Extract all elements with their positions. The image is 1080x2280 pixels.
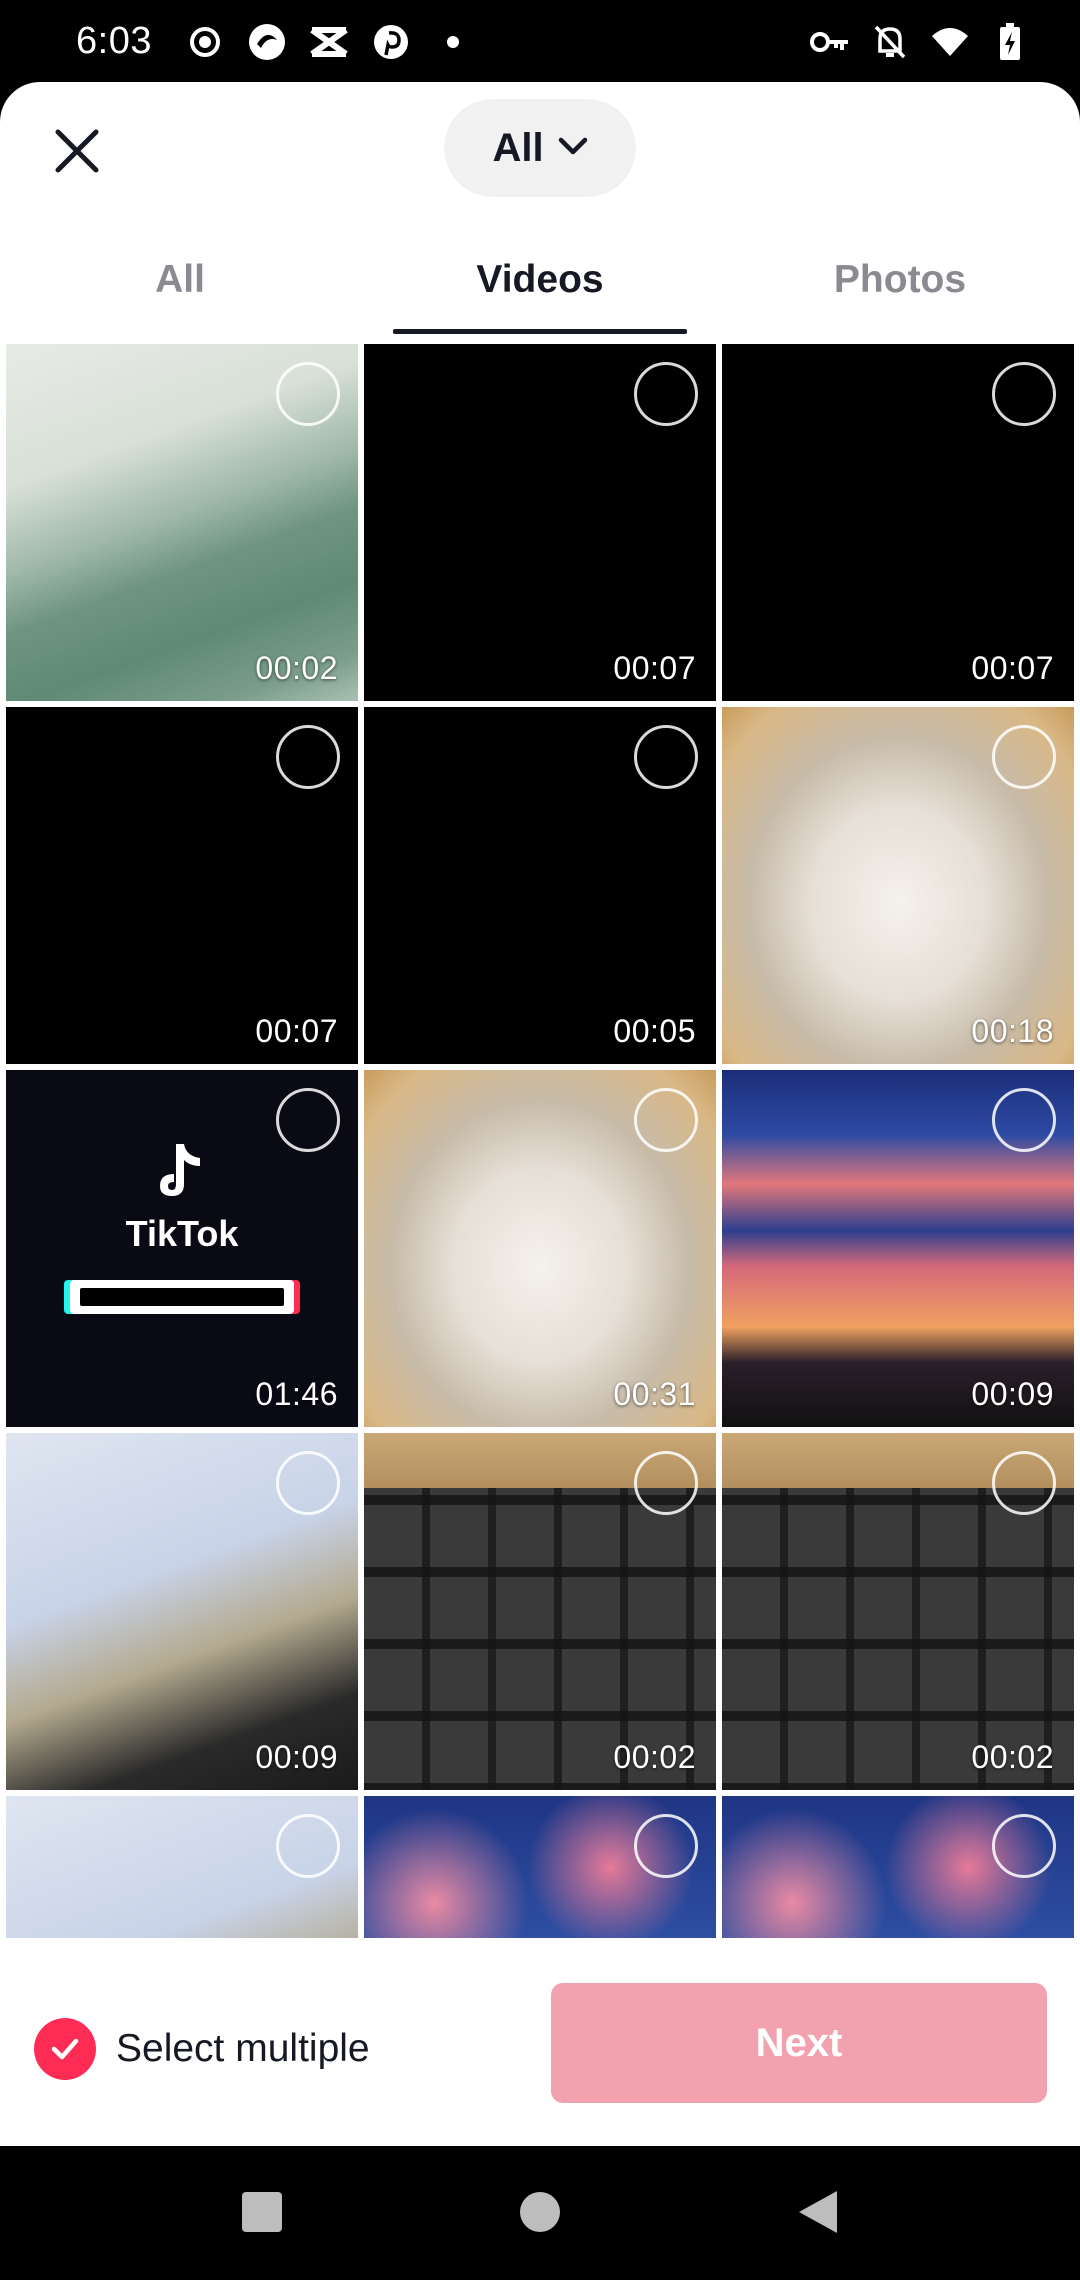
select-multiple-toggle[interactable]: Select multiple — [34, 2018, 370, 2080]
chevron-down-icon — [558, 136, 588, 161]
bottom-action-bar: Select multiple Next — [0, 1938, 1080, 2146]
dot-icon — [433, 22, 473, 62]
video-duration: 00:02 — [613, 1739, 696, 1775]
video-thumbnail[interactable]: 00:18 — [722, 707, 1074, 1064]
media-grid: 00:02 00:07 00:07 00:07 00:05 00:18 TikTok 01:4… — [6, 344, 1074, 2020]
video-duration: 00:09 — [255, 1739, 338, 1775]
video-duration: 00:05 — [613, 1013, 696, 1049]
select-circle[interactable] — [992, 1088, 1056, 1152]
video-thumbnail[interactable]: TikTok 01:46 — [6, 1070, 358, 1427]
tab-all[interactable]: All — [0, 252, 360, 340]
checkmark-icon — [34, 2018, 96, 2080]
tiktok-logo: TikTok — [6, 1140, 358, 1255]
recents-button[interactable] — [234, 2186, 290, 2242]
select-circle[interactable] — [276, 1814, 340, 1878]
pinterest-icon — [371, 22, 411, 62]
video-thumbnail[interactable]: 00:07 — [364, 344, 716, 701]
select-circle[interactable] — [276, 1451, 340, 1515]
video-duration: 00:02 — [255, 650, 338, 686]
tiktok-loading-bar — [70, 1280, 294, 1314]
video-thumbnail[interactable]: 00:05 — [364, 707, 716, 1064]
back-triangle-icon — [797, 2189, 839, 2240]
status-bar: 6:03 — [0, 0, 1080, 84]
video-thumbnail[interactable]: 00:07 — [722, 344, 1074, 701]
video-duration: 01:46 — [255, 1376, 338, 1412]
square-icon — [241, 2191, 283, 2238]
select-circle[interactable] — [992, 725, 1056, 789]
back-button[interactable] — [790, 2186, 846, 2242]
battery-charging-icon — [990, 22, 1030, 62]
video-thumbnail[interactable]: 00:07 — [6, 707, 358, 1064]
vpn-key-icon — [810, 22, 850, 62]
status-right-icons — [810, 22, 1030, 62]
select-circle[interactable] — [992, 1451, 1056, 1515]
select-circle[interactable] — [634, 1088, 698, 1152]
video-duration: 00:18 — [971, 1013, 1054, 1049]
video-thumbnail[interactable]: 00:02 — [364, 1433, 716, 1790]
status-time: 6:03 — [76, 20, 152, 62]
capcut-icon — [309, 22, 349, 62]
select-circle[interactable] — [634, 725, 698, 789]
tiktok-wordmark: TikTok — [125, 1213, 239, 1254]
video-duration: 00:09 — [971, 1376, 1054, 1412]
status-left-icons — [185, 22, 473, 62]
wifi-icon — [930, 22, 970, 62]
media-picker-sheet: All All Videos Photos 00:02 00:07 00:07 00:… — [0, 82, 1080, 2146]
circle-icon — [519, 2191, 561, 2238]
album-label: All — [492, 125, 544, 170]
video-duration: 00:07 — [255, 1013, 338, 1049]
video-duration: 00:02 — [971, 1739, 1054, 1775]
select-circle[interactable] — [634, 362, 698, 426]
select-circle[interactable] — [276, 1088, 340, 1152]
select-circle[interactable] — [634, 1814, 698, 1878]
record-icon — [185, 22, 225, 62]
select-circle[interactable] — [276, 362, 340, 426]
media-tabs: All Videos Photos — [0, 252, 1080, 340]
tab-videos[interactable]: Videos — [360, 252, 720, 340]
bell-off-icon — [870, 22, 910, 62]
video-thumbnail[interactable]: 00:09 — [722, 1070, 1074, 1427]
album-selector[interactable]: All — [444, 99, 636, 197]
video-duration: 00:31 — [613, 1376, 696, 1412]
select-multiple-label: Select multiple — [116, 2027, 370, 2070]
select-circle[interactable] — [634, 1451, 698, 1515]
select-circle[interactable] — [992, 1814, 1056, 1878]
video-thumbnail[interactable]: 00:31 — [364, 1070, 716, 1427]
system-nav-bar — [0, 2146, 1080, 2280]
video-thumbnail[interactable]: 00:09 — [6, 1433, 358, 1790]
next-button[interactable]: Next — [551, 1983, 1047, 2103]
select-circle[interactable] — [992, 362, 1056, 426]
close-icon — [54, 128, 100, 179]
home-button[interactable] — [512, 2186, 568, 2242]
video-thumbnail[interactable]: 00:02 — [722, 1433, 1074, 1790]
video-duration: 00:07 — [613, 650, 696, 686]
close-button[interactable] — [46, 122, 108, 184]
select-circle[interactable] — [276, 725, 340, 789]
video-duration: 00:07 — [971, 650, 1054, 686]
video-thumbnail[interactable]: 00:02 — [6, 344, 358, 701]
app-icon — [247, 22, 287, 62]
tab-photos[interactable]: Photos — [720, 252, 1080, 340]
